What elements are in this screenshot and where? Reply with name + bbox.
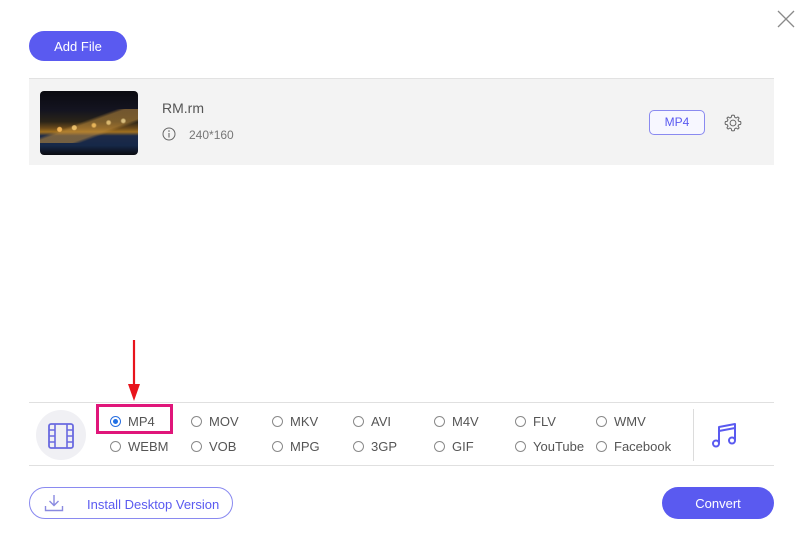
format-option-mov[interactable]: MOV: [191, 413, 239, 429]
format-option-vob[interactable]: VOB: [191, 438, 236, 454]
file-resolution: 240*160: [189, 128, 234, 142]
format-option-avi[interactable]: AVI: [353, 413, 391, 429]
radio-gif[interactable]: [434, 440, 445, 452]
video-thumbnail: [40, 91, 138, 155]
close-button[interactable]: [775, 8, 797, 30]
radio-wmv[interactable]: [596, 415, 607, 427]
format-option-mp4[interactable]: MP4: [110, 413, 155, 429]
format-option-webm[interactable]: WEBM: [110, 438, 168, 454]
annotation-arrow-icon: [128, 340, 140, 401]
radio-avi[interactable]: [353, 415, 364, 427]
info-icon[interactable]: [162, 127, 176, 141]
radio-vob[interactable]: [191, 440, 202, 452]
radio-mkv[interactable]: [272, 415, 283, 427]
format-option-3gp[interactable]: 3GP: [353, 438, 397, 454]
format-option-mkv[interactable]: MKV: [272, 413, 318, 429]
panel-divider: [693, 409, 694, 461]
radio-flv[interactable]: [515, 415, 526, 427]
radio-webm[interactable]: [110, 440, 121, 452]
radio-m4v[interactable]: [434, 415, 445, 427]
radio-mov[interactable]: [191, 415, 202, 427]
format-option-flv[interactable]: FLV: [515, 413, 556, 429]
radio-facebook[interactable]: [596, 440, 607, 452]
install-desktop-version-button[interactable]: Install Desktop Version: [29, 487, 233, 519]
file-name: RM.rm: [162, 100, 204, 116]
video-formats-tab[interactable]: [36, 410, 86, 460]
close-icon: [777, 10, 795, 28]
film-icon: [48, 423, 74, 449]
add-file-button[interactable]: Add File: [29, 31, 127, 61]
format-option-facebook[interactable]: Facebook: [596, 438, 671, 454]
format-option-mpg[interactable]: MPG: [272, 438, 320, 454]
convert-button[interactable]: Convert: [662, 487, 774, 519]
format-option-m4v[interactable]: M4V: [434, 413, 479, 429]
format-selection-panel: MP4 MOV MKV AVI M4V FLV WMV WEBM VOB MPG…: [29, 402, 774, 466]
radio-mp4[interactable]: [110, 415, 121, 427]
radio-youtube[interactable]: [515, 440, 526, 452]
music-note-icon[interactable]: [709, 419, 741, 451]
output-format-button[interactable]: MP4: [649, 110, 705, 135]
download-icon: [44, 495, 64, 512]
radio-3gp[interactable]: [353, 440, 364, 452]
file-list-item: RM.rm 240*160 MP4: [29, 78, 774, 165]
format-option-gif[interactable]: GIF: [434, 438, 474, 454]
gear-icon[interactable]: [723, 113, 743, 133]
radio-mpg[interactable]: [272, 440, 283, 452]
format-option-wmv[interactable]: WMV: [596, 413, 646, 429]
format-option-youtube[interactable]: YouTube: [515, 438, 584, 454]
